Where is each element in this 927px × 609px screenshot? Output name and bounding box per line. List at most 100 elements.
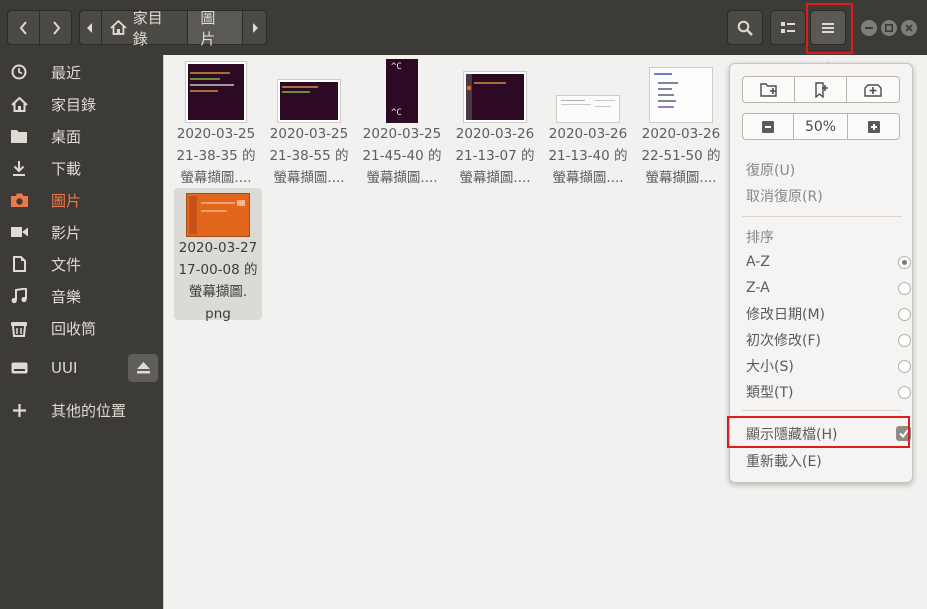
view-toggle-button[interactable] [770,10,806,45]
chevron-right-icon [52,20,60,35]
list-view-icon [781,21,795,33]
sidebar-item-trash[interactable]: 回收筒 [0,312,163,344]
sidebar-item-recent[interactable]: 最近 [0,56,163,88]
menu-sort-type[interactable]: 類型(T) [746,380,911,404]
file-item[interactable]: ^C ^C 2020-03-25 21-45-40 的 螢幕擷圖.... [358,59,446,189]
file-thumbnail [649,67,713,123]
radio-icon [898,307,911,321]
zoom-level[interactable]: 50% [793,113,848,140]
file-name-line: 2020-03-27 [178,240,258,256]
download-icon [10,159,28,177]
new-folder-button[interactable] [742,76,795,103]
sidebar-item-pictures[interactable]: 圖片 [0,184,163,216]
minimize-icon [865,27,873,29]
file-thumbnail [185,61,247,123]
radio-icon [898,385,911,399]
close-button[interactable] [901,20,917,36]
sidebar-item-label: 下載 [51,159,82,178]
file-item[interactable]: 2020-03-26 21-13-40 的 螢幕擷圖.... [544,59,632,189]
menu-sort-za-label: Z-A [746,280,770,296]
sidebar-item-label: UUI [51,359,78,377]
sidebar-item-music[interactable]: 音樂 [0,280,163,312]
file-name-line: 21-13-40 的 [548,148,628,164]
plus-icon [867,120,880,133]
sidebar-item-other-locations[interactable]: 其他的位置 [0,394,163,426]
file-name-line: 21-45-40 的 [362,148,442,164]
menu-undo[interactable]: 復原(U) [746,158,901,182]
path-scroll-right[interactable] [242,11,266,44]
bookmark-add-icon [814,81,828,98]
zoom-level-label: 50% [804,118,837,135]
menu-redo[interactable]: 取消復原(R) [746,184,901,208]
maximize-button[interactable] [881,20,897,36]
sidebar-item-label: 其他的位置 [51,401,127,420]
menu-separator [742,216,902,217]
menu-sort-modified-label: 修改日期(M) [746,307,826,323]
radio-icon [898,333,911,347]
file-item[interactable]: 2020-03-25 21-38-55 的 螢幕擷圖.... [265,59,353,189]
sidebar-item-home[interactable]: 家目錄 [0,88,163,120]
menu-sort-type-label: 類型(T) [746,385,794,401]
menu-sort-az-label: A-Z [746,254,770,270]
sidebar-item-desktop[interactable]: 桌面 [0,120,163,152]
search-button[interactable] [727,10,763,45]
forward-button[interactable] [39,10,72,45]
zoom-in-button[interactable] [847,113,900,140]
header-bar: 家目錄 圖片 [0,0,927,55]
file-thumbnail [277,79,341,123]
menu-sort-size[interactable]: 大小(S) [746,354,911,378]
bookmark-button[interactable] [794,76,847,103]
sidebar-item-documents[interactable]: 文件 [0,248,163,280]
file-name-line: 螢幕擷圖.... [552,170,624,186]
video-icon [10,223,28,241]
view-options-popover: 50% 復原(U) 取消復原(R) 排序 A-Z Z-A 修改日期(M) 初次修… [727,63,913,483]
file-name-line: 螢幕擷圖.... [180,170,252,186]
sidebar-item-label: 家目錄 [51,95,97,114]
menu-sort-first-modified-label: 初次修改(F) [746,333,821,349]
menu-reload[interactable]: 重新載入(E) [746,449,901,473]
path-home-button[interactable]: 家目錄 [102,9,189,48]
menu-separator [742,410,902,411]
file-item-selected[interactable]: 2020-03-27 17-00-08 的 螢幕擷圖. png [174,188,262,322]
menu-redo-label: 取消復原(R) [746,189,823,205]
trash-icon [10,319,28,337]
back-button[interactable] [7,10,40,45]
chevron-left-icon [19,20,27,35]
thumb-caption: ^C [391,108,402,118]
new-tab-button[interactable] [846,76,900,103]
eject-button[interactable] [128,354,158,382]
sidebar-item-downloads[interactable]: 下載 [0,152,163,184]
file-item[interactable]: 2020-03-26 22-51-50 的 螢幕擷圖.... [637,59,725,189]
menu-sort-header-label: 排序 [746,230,774,246]
path-current-button[interactable]: 圖片 [188,9,243,48]
drive-icon [10,359,28,377]
menu-sort-modified[interactable]: 修改日期(M) [746,302,911,326]
zoom-out-button[interactable] [742,113,794,140]
radio-icon [898,281,911,295]
sidebar: 最近 家目錄 桌面 下載 圖片 影片 文件 音樂 回收筒 UUI 其他的位置 [0,55,163,609]
menu-sort-first-modified[interactable]: 初次修改(F) [746,328,911,352]
minimize-button[interactable] [861,20,877,36]
folder-icon [10,127,28,145]
file-thumbnail [556,95,620,123]
sidebar-item-label: 回收筒 [51,319,97,338]
file-name-line: png [205,306,231,322]
plus-icon [10,401,28,419]
search-icon [737,20,753,36]
home-icon [10,95,28,113]
document-icon [10,255,28,273]
sidebar-item-videos[interactable]: 影片 [0,216,163,248]
file-name-line: 17-00-08 的 [178,262,258,278]
thumb-caption: ^C [391,62,402,72]
path-scroll-left[interactable] [80,11,102,44]
file-item[interactable]: 2020-03-25 21-38-35 的 螢幕擷圖.... [172,59,260,189]
camera-icon [10,191,28,209]
file-name-line: 螢幕擷圖.... [645,170,717,186]
menu-sort-za[interactable]: Z-A [746,276,911,300]
maximize-icon [885,24,893,32]
sidebar-item-label: 影片 [51,223,82,242]
menu-sort-header: 排序 [746,225,901,249]
file-item[interactable]: 2020-03-26 21-13-07 的 螢幕擷圖.... [451,59,539,189]
menu-sort-az[interactable]: A-Z [746,250,911,274]
eject-icon [136,362,150,374]
